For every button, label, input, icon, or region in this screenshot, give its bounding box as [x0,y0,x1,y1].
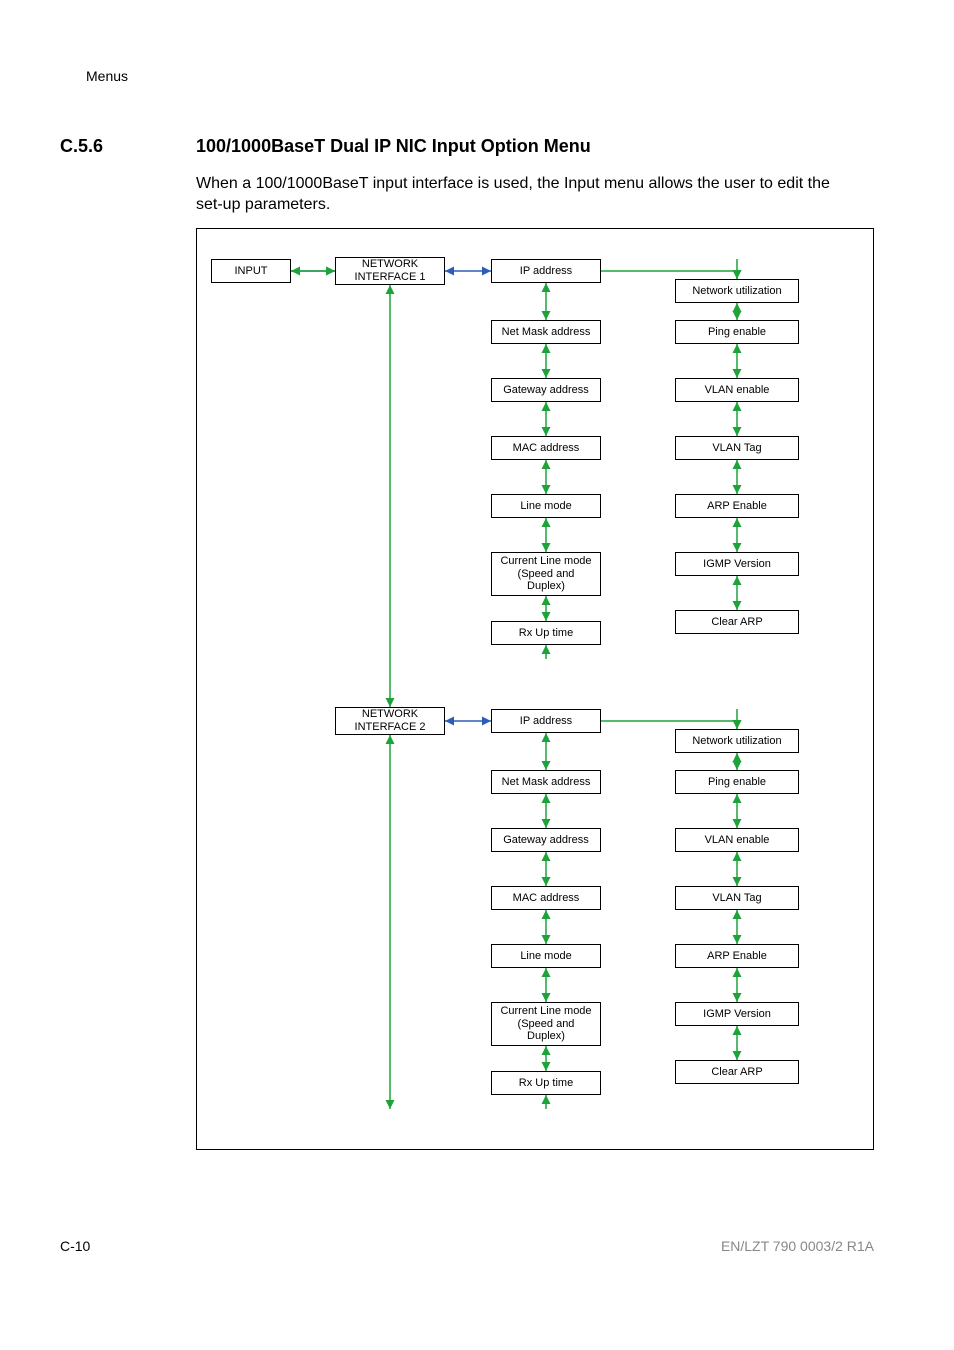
node-network-interface-2: NETWORK INTERFACE 2 [335,707,445,735]
node-rxuptime-2: Rx Up time [491,1071,601,1095]
section-paragraph: When a 100/1000BaseT input interface is … [196,174,836,216]
node-linemode-2: Line mode [491,944,601,968]
node-igmp-2: IGMP Version [675,1002,799,1026]
section-title: 100/1000BaseT Dual IP NIC Input Option M… [196,136,591,157]
node-clear-arp-1: Clear ARP [675,610,799,634]
node-arp-enable-1: ARP Enable [675,494,799,518]
node-ip-address-1: IP address [491,259,601,283]
page: Menus C.5.6 100/1000BaseT Dual IP NIC In… [0,0,954,1350]
node-rxuptime-1: Rx Up time [491,621,601,645]
node-ip-address-2: IP address [491,709,601,733]
node-netmask-2: Net Mask address [491,770,601,794]
node-netutil-2: Network utilization [675,729,799,753]
node-input: INPUT [211,259,291,283]
node-mac-2: MAC address [491,886,601,910]
page-number: C-10 [60,1238,90,1254]
header-label: Menus [86,68,128,84]
node-gateway-1: Gateway address [491,378,601,402]
node-vlan-tag-1: VLAN Tag [675,436,799,460]
node-network-interface-1: NETWORK INTERFACE 1 [335,257,445,285]
node-current-linemode-2: Current Line mode (Speed and Duplex) [491,1002,601,1046]
node-netmask-1: Net Mask address [491,320,601,344]
node-netutil-1: Network utilization [675,279,799,303]
node-current-linemode-1: Current Line mode (Speed and Duplex) [491,552,601,596]
node-vlan-enable-1: VLAN enable [675,378,799,402]
node-arp-enable-2: ARP Enable [675,944,799,968]
node-gateway-2: Gateway address [491,828,601,852]
node-clear-arp-2: Clear ARP [675,1060,799,1084]
doc-id: EN/LZT 790 0003/2 R1A [721,1238,874,1254]
node-mac-1: MAC address [491,436,601,460]
node-linemode-1: Line mode [491,494,601,518]
diagram-frame: INPUT NETWORK INTERFACE 1 NETWORK INTERF… [196,228,874,1150]
node-igmp-1: IGMP Version [675,552,799,576]
node-vlan-tag-2: VLAN Tag [675,886,799,910]
node-ping-2: Ping enable [675,770,799,794]
node-ping-1: Ping enable [675,320,799,344]
section-number: C.5.6 [60,136,103,157]
node-vlan-enable-2: VLAN enable [675,828,799,852]
